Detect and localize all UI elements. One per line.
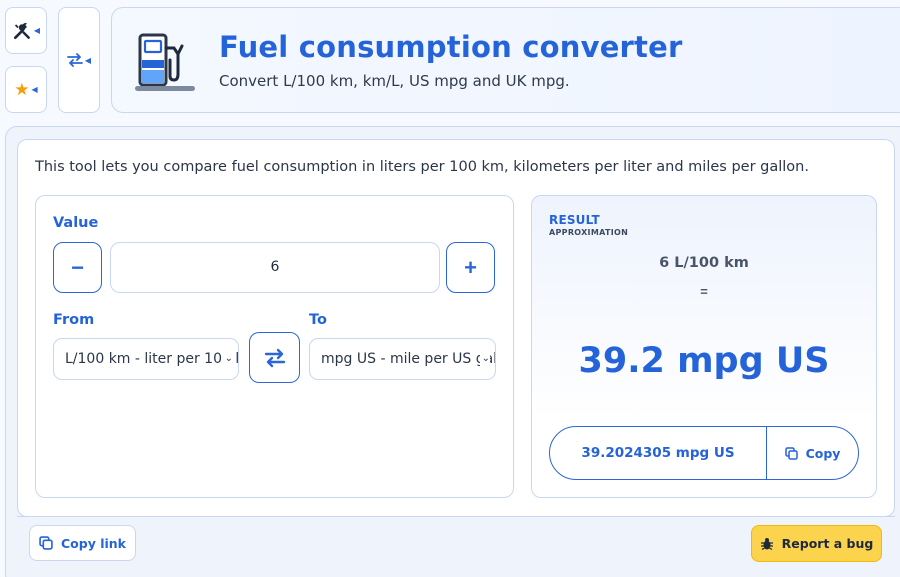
value-input[interactable]: 6 (110, 242, 440, 293)
page-title: Fuel consumption converter (219, 30, 683, 64)
related-tools-button[interactable]: ◀ (58, 7, 100, 113)
copy-link-button[interactable]: Copy link (29, 525, 136, 561)
bug-icon (760, 537, 773, 550)
page-subtitle: Convert L/100 km, km/L, US mpg and UK mp… (219, 72, 570, 90)
chevron-down-icon: ⌄ (479, 339, 490, 379)
report-bug-label: Report a bug (781, 536, 874, 551)
to-label: To (309, 312, 327, 328)
from-unit-selected: L/100 km - liter per 100 km (65, 351, 239, 367)
swap-arrows-icon (67, 53, 83, 67)
caret-left-icon: ◀ (84, 55, 92, 65)
footer-divider (17, 516, 895, 517)
intro-text: This tool lets you compare fuel consumpt… (35, 159, 809, 175)
star-icon: ★ (14, 80, 30, 99)
decrement-button[interactable]: − (53, 242, 102, 293)
tools-icon (13, 22, 30, 39)
caret-left-icon: ◀ (33, 26, 41, 35)
copy-result-button[interactable]: Copy (767, 427, 858, 479)
result-sublabel: APPROXIMATION (549, 228, 629, 237)
header-card: Fuel consumption converter Convert L/100… (111, 7, 900, 113)
to-unit-select[interactable]: mpg US - mile per US gallon ⌄ (309, 338, 496, 380)
favorite-button[interactable]: ★ ◀ (5, 66, 47, 113)
caret-left-icon: ◀ (31, 85, 38, 94)
report-bug-button[interactable]: Report a bug (751, 525, 882, 562)
equals-sign: = (700, 284, 708, 299)
copy-icon (784, 446, 798, 460)
to-unit-selected: mpg US - mile per US gallon (321, 351, 495, 367)
copy-link-label: Copy link (61, 535, 126, 551)
copy-icon (39, 536, 53, 550)
increment-button[interactable]: + (446, 242, 495, 293)
copy-label: Copy (805, 445, 841, 461)
swap-arrows-icon (264, 348, 285, 367)
chevron-down-icon: ⌄ (222, 339, 233, 379)
from-unit-select[interactable]: L/100 km - liter per 100 km ⌄ (53, 338, 239, 380)
result-copy-group: 39.2024305 mpg US Copy (549, 426, 859, 480)
value-label: Value (53, 215, 99, 231)
result-value: 39.2 mpg US (578, 341, 830, 381)
swap-units-button[interactable] (249, 332, 300, 383)
fuel-pump-icon (135, 33, 195, 91)
from-label: From (53, 312, 95, 328)
precise-result[interactable]: 39.2024305 mpg US (550, 427, 767, 479)
tools-menu-button[interactable]: ◀ (5, 7, 47, 54)
result-label: RESULT (549, 213, 600, 227)
result-source-value: 6 L/100 km (659, 255, 749, 271)
